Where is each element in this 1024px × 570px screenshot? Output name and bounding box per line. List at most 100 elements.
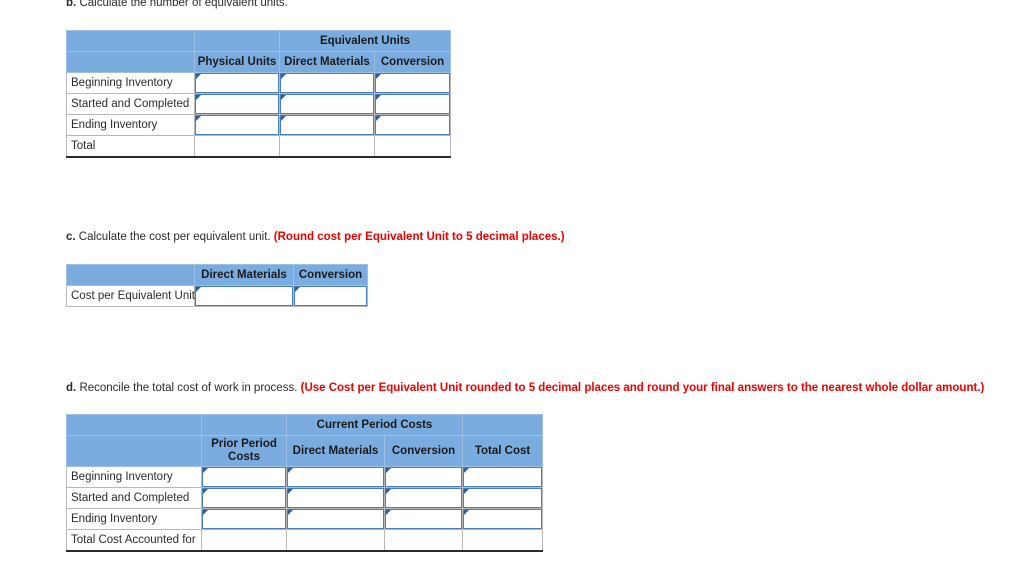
input-wrap <box>195 73 279 93</box>
input-beginning-conversion[interactable] <box>375 73 451 93</box>
prompt-c: c. Calculate the cost per equivalent uni… <box>66 230 565 244</box>
input-started-conversion[interactable] <box>375 94 451 114</box>
prompt-c-note: (Round cost per Equivalent Unit to 5 dec… <box>273 231 565 243</box>
input-wrap <box>463 467 543 487</box>
equivalent-units-table: Equivalent Units Physical Units Direct M… <box>66 30 452 158</box>
table-b-corner-cell <box>66 30 195 52</box>
table-d-group-header-row: Current Period Costs <box>66 414 544 436</box>
table-d-cell-total-prior-period <box>201 529 287 552</box>
input-wrap <box>195 286 293 306</box>
prompt-c-letter: c. <box>66 231 76 243</box>
table-b-cell-ending-materials[interactable] <box>279 114 375 136</box>
input-wrap <box>195 115 279 135</box>
input-wrap <box>287 509 384 529</box>
table-d-cell-beginning-materials[interactable] <box>286 466 385 488</box>
table-b-cell-total-materials <box>279 135 375 158</box>
table-d-col-direct-materials: Direct Materials <box>286 435 385 467</box>
table-row: Ending Inventory <box>66 114 452 136</box>
input-wrap <box>375 73 451 93</box>
input-d-ending-direct-materials[interactable] <box>287 509 384 529</box>
input-wrap <box>202 509 286 529</box>
input-wrap <box>463 488 543 508</box>
input-ending-conversion[interactable] <box>375 115 451 135</box>
table-row: Ending Inventory <box>66 508 544 530</box>
table-d-cell-beginning-total[interactable] <box>462 466 544 488</box>
prompt-d-note: (Use Cost per Equivalent Unit rounded to… <box>300 382 985 394</box>
input-wrap <box>375 94 451 114</box>
prompt-b-letter: b. <box>66 0 77 9</box>
table-b-cell-ending-conversion[interactable] <box>373 114 452 136</box>
input-beginning-physical-units[interactable] <box>195 73 279 93</box>
input-cost-per-unit-direct-materials[interactable] <box>195 286 293 306</box>
table-b-cell-started-conversion[interactable] <box>373 93 452 115</box>
input-started-physical-units[interactable] <box>195 94 279 114</box>
table-c-col-conversion: Conversion <box>293 264 368 286</box>
input-d-started-total-cost[interactable] <box>463 488 543 508</box>
input-d-beginning-conversion[interactable] <box>385 467 463 487</box>
input-d-started-direct-materials[interactable] <box>287 488 384 508</box>
table-row: Started and Completed <box>66 93 452 115</box>
input-ending-direct-materials[interactable] <box>280 115 374 135</box>
table-d-cell-ending-materials[interactable] <box>286 508 385 530</box>
prompt-d: d. Reconcile the total cost of work in p… <box>66 381 984 395</box>
table-d-cell-ending-total[interactable] <box>462 508 544 530</box>
input-wrap <box>287 488 384 508</box>
table-c-cell-conversion[interactable] <box>293 285 368 307</box>
table-b-group-header-equivalent-units: Equivalent Units <box>278 30 452 52</box>
table-row: Total Cost Accounted for <box>66 529 544 552</box>
table-d-cell-started-conversion[interactable] <box>383 487 464 509</box>
prompt-d-letter: d. <box>66 382 77 394</box>
prompt-c-text: Calculate the cost per equivalent unit. <box>78 231 271 243</box>
input-d-beginning-direct-materials[interactable] <box>287 467 384 487</box>
input-started-direct-materials[interactable] <box>280 94 374 114</box>
input-ending-physical-units[interactable] <box>195 115 279 135</box>
table-d-cell-started-prior-period[interactable] <box>201 487 287 509</box>
table-b-rowlabel-header <box>66 51 195 73</box>
table-d-cell-beginning-prior-period[interactable] <box>201 466 287 488</box>
input-beginning-direct-materials[interactable] <box>280 73 374 93</box>
input-d-beginning-total-cost[interactable] <box>463 467 543 487</box>
table-c-col-direct-materials: Direct Materials <box>194 264 294 286</box>
table-b-cell-total-conversion <box>373 135 452 158</box>
input-wrap <box>280 115 374 135</box>
table-b-cell-total-physical <box>194 135 280 158</box>
table-d-cell-ending-conversion[interactable] <box>383 508 464 530</box>
table-row: Beginning Inventory <box>66 72 452 94</box>
table-b-row-label-total: Total <box>66 135 195 158</box>
table-d-cell-started-total[interactable] <box>462 487 544 509</box>
input-d-ending-total-cost[interactable] <box>463 509 543 529</box>
table-d-col-conversion: Conversion <box>383 435 464 467</box>
input-cost-per-unit-conversion[interactable] <box>294 286 367 306</box>
table-d-rowlabel-header <box>66 435 202 467</box>
table-c-cell-direct-materials[interactable] <box>194 285 294 307</box>
input-wrap <box>202 467 286 487</box>
input-wrap <box>195 94 279 114</box>
input-wrap <box>385 488 463 508</box>
table-b-cell-beginning-physical[interactable] <box>194 72 280 94</box>
table-c-corner-cell <box>66 264 195 286</box>
table-b-cell-beginning-conversion[interactable] <box>373 72 452 94</box>
table-b-cell-beginning-materials[interactable] <box>279 72 375 94</box>
table-b-cell-started-materials[interactable] <box>279 93 375 115</box>
table-b-physical-units-group-blank <box>194 30 280 52</box>
table-b-cell-ending-physical[interactable] <box>194 114 280 136</box>
input-d-started-conversion[interactable] <box>385 488 463 508</box>
input-d-beginning-prior-period-costs[interactable] <box>202 467 286 487</box>
input-wrap <box>385 467 463 487</box>
table-d-cell-ending-prior-period[interactable] <box>201 508 287 530</box>
prompt-d-text: Reconcile the total cost of work in proc… <box>79 382 298 394</box>
table-row: Beginning Inventory <box>66 466 544 488</box>
input-d-ending-prior-period-costs[interactable] <box>202 509 286 529</box>
input-wrap <box>202 488 286 508</box>
table-b-col-direct-materials: Direct Materials <box>279 51 375 73</box>
input-d-ending-conversion[interactable] <box>385 509 463 529</box>
table-d-cell-started-materials[interactable] <box>286 487 385 509</box>
table-b-col-physical-units: Physical Units <box>194 51 280 73</box>
table-d-cell-beginning-conversion[interactable] <box>383 466 464 488</box>
table-d-row-label-started-and-completed: Started and Completed <box>66 487 202 509</box>
table-b-cell-started-physical[interactable] <box>194 93 280 115</box>
input-d-started-prior-period-costs[interactable] <box>202 488 286 508</box>
cost-reconciliation-table: Current Period Costs Prior Period Costs … <box>66 414 544 552</box>
input-wrap <box>375 115 451 135</box>
input-wrap <box>287 467 384 487</box>
